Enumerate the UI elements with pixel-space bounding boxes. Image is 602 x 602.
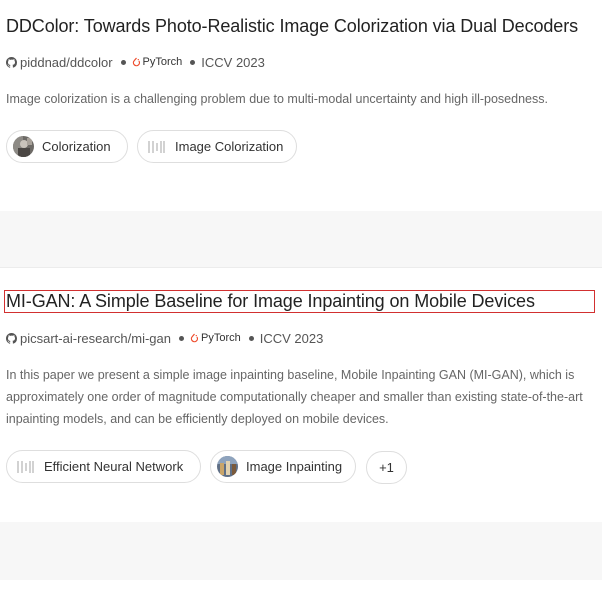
inpainting-thumbnail-icon xyxy=(217,456,238,477)
pytorch-icon xyxy=(190,333,198,342)
paper-card: MI-GAN: A Simple Baseline for Image Inpa… xyxy=(0,267,602,524)
paper-title[interactable]: DDColor: Towards Photo-Realistic Image C… xyxy=(6,15,578,37)
paper-card: DDColor: Towards Photo-Realistic Image C… xyxy=(0,0,602,213)
github-icon xyxy=(6,332,17,344)
task-tag-image-colorization[interactable]: Image Colorization xyxy=(137,130,297,163)
pytorch-icon xyxy=(132,57,140,66)
github-icon xyxy=(6,56,17,68)
separator-dot xyxy=(120,59,126,65)
card-separator xyxy=(0,522,602,580)
venue-label: ICCV 2023 xyxy=(201,54,265,70)
placeholder-bars-icon xyxy=(17,460,34,473)
placeholder-bars-icon xyxy=(148,140,165,153)
paper-abstract: Image colorization is a challenging prob… xyxy=(6,92,548,106)
card-separator xyxy=(0,211,602,267)
paper-title[interactable]: MI-GAN: A Simple Baseline for Image Inpa… xyxy=(4,290,595,313)
repo-link[interactable]: piddnad/ddcolor xyxy=(20,55,113,70)
paper-meta: piddnad/ddcolor PyTorch ICCV 2023 xyxy=(6,54,265,70)
task-tag-image-inpainting[interactable]: Image Inpainting xyxy=(210,450,356,483)
colorization-thumbnail-icon xyxy=(13,136,34,157)
venue-label: ICCV 2023 xyxy=(259,330,324,346)
framework-label: PyTorch xyxy=(201,332,241,344)
framework-label: PyTorch xyxy=(142,56,183,68)
separator-dot xyxy=(190,59,196,65)
separator-dot xyxy=(179,335,184,341)
task-tag-label: Efficient Neural Network xyxy=(44,459,184,474)
separator-dot xyxy=(248,335,254,341)
paper-meta: picsart-ai-research/mi-gan PyTorch ICCV … xyxy=(6,330,323,346)
task-tag-label: Colorization xyxy=(42,139,111,154)
more-tasks-button[interactable]: +1 xyxy=(366,451,407,484)
task-tag-label: Image Inpainting xyxy=(246,459,343,474)
task-tag-colorization[interactable]: Colorization xyxy=(6,130,128,163)
task-tag-label: Image Colorization xyxy=(175,139,284,154)
paper-abstract: In this paper we present a simple image … xyxy=(6,368,583,426)
repo-link[interactable]: picsart-ai-research/mi-gan xyxy=(20,331,171,346)
task-tag-efficient-neural-network[interactable]: Efficient Neural Network xyxy=(6,450,201,483)
